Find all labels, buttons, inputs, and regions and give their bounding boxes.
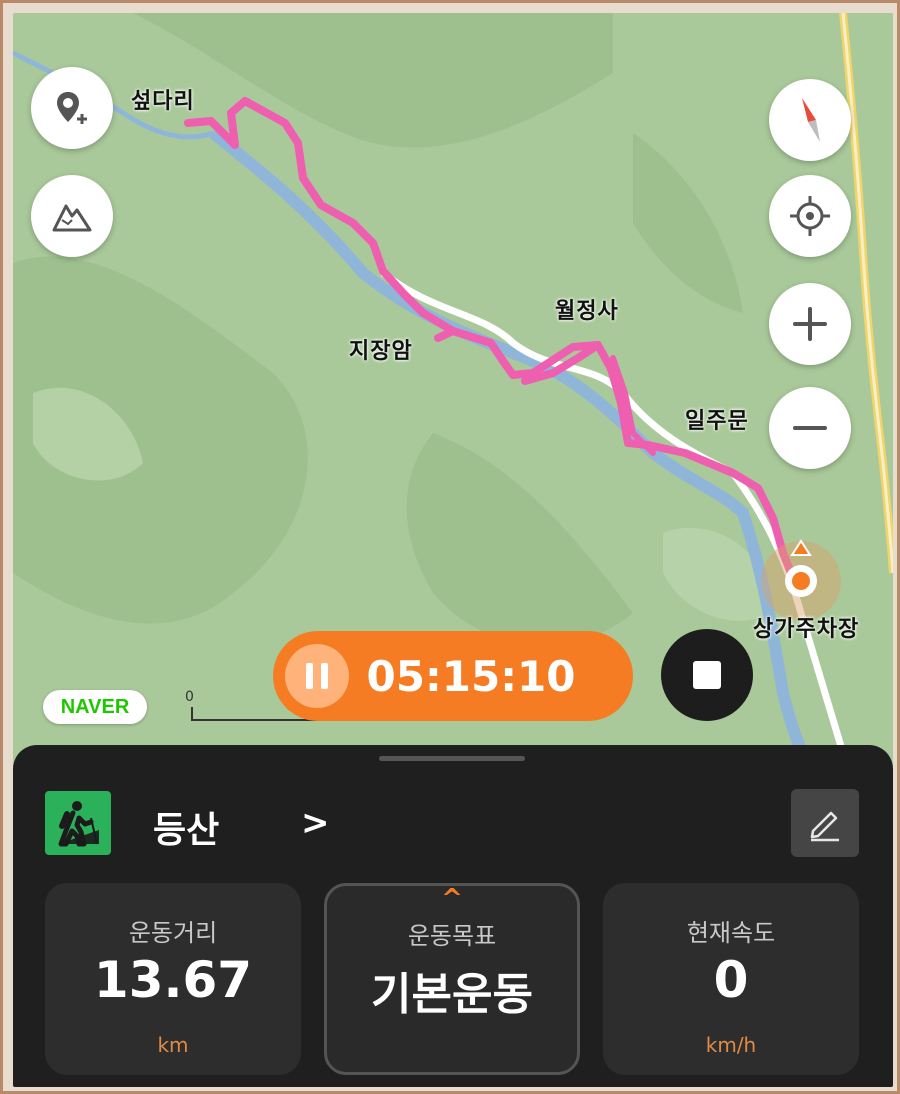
naver-logo: NAVER [43, 690, 147, 724]
chevron-right-icon[interactable]: > [301, 803, 330, 843]
zoom-in-button[interactable] [769, 283, 851, 365]
terrain-layer-button[interactable] [31, 175, 113, 257]
stop-button[interactable] [661, 629, 753, 721]
minus-icon [793, 426, 827, 430]
hiking-icon[interactable] [45, 791, 111, 855]
scale-label: 0 [185, 689, 194, 705]
elapsed-time: 05:15:10 [366, 651, 576, 701]
stat-card-speed[interactable]: 현재속도 0 km/h [603, 883, 859, 1075]
current-location-dot [792, 572, 810, 590]
app-screen: 섶다리 지장암 월정사 일주문 상가주차장 NAVER 0 05:15:10 등… [13, 13, 893, 1087]
workout-timer-pill: 05:15:10 [273, 631, 633, 721]
place-label-iljumun[interactable]: 일주문 [685, 403, 749, 435]
map-view[interactable]: 섶다리 지장암 월정사 일주문 상가주차장 NAVER 0 05:15:10 [13, 13, 893, 773]
stat-value: 0 [713, 951, 749, 1009]
stat-card-distance[interactable]: 운동거리 13.67 km [45, 883, 301, 1075]
activity-title[interactable]: 등산 [153, 801, 219, 853]
zoom-out-button[interactable] [769, 387, 851, 469]
pin-plus-icon [57, 92, 87, 124]
stat-label: 운동거리 [128, 919, 218, 947]
drag-handle[interactable] [379, 756, 525, 761]
pencil-icon [810, 811, 839, 842]
stat-unit: km [157, 1033, 189, 1057]
stat-card-goal[interactable]: ^ 운동목표 기본운동 [324, 883, 580, 1075]
edit-button[interactable] [791, 789, 859, 857]
locate-me-button[interactable] [769, 175, 851, 257]
stat-value: 13.67 [93, 951, 253, 1009]
plus-icon [793, 307, 827, 341]
mountain-icon [52, 204, 92, 232]
chevron-up-icon: ^ [441, 884, 463, 914]
stat-unit: km/h [705, 1033, 757, 1057]
crosshair-icon [790, 196, 830, 236]
stop-icon [693, 661, 721, 689]
place-label-seopdari[interactable]: 섶다리 [131, 83, 195, 115]
stat-label: 현재속도 [686, 919, 776, 947]
stat-value: 기본운동 [371, 969, 533, 1020]
place-label-woljeongsa[interactable]: 월정사 [555, 293, 619, 325]
place-label-jijangam[interactable]: 지장암 [349, 333, 413, 365]
compass-button[interactable] [769, 79, 851, 161]
stat-label: 운동목표 [407, 922, 497, 950]
photo-frame: 섶다리 지장암 월정사 일주문 상가주차장 NAVER 0 05:15:10 등… [0, 0, 900, 1094]
pause-icon [306, 663, 313, 689]
pause-button[interactable] [285, 644, 349, 708]
workout-panel: 등산 > 운동거리 13.67 km ^ 운동목표 기본운동 현재속도 0 km… [13, 745, 893, 1087]
place-label-sangga-parking[interactable]: 상가주차장 [753, 611, 859, 643]
add-place-button[interactable] [31, 67, 113, 149]
compass-icon [802, 98, 820, 142]
